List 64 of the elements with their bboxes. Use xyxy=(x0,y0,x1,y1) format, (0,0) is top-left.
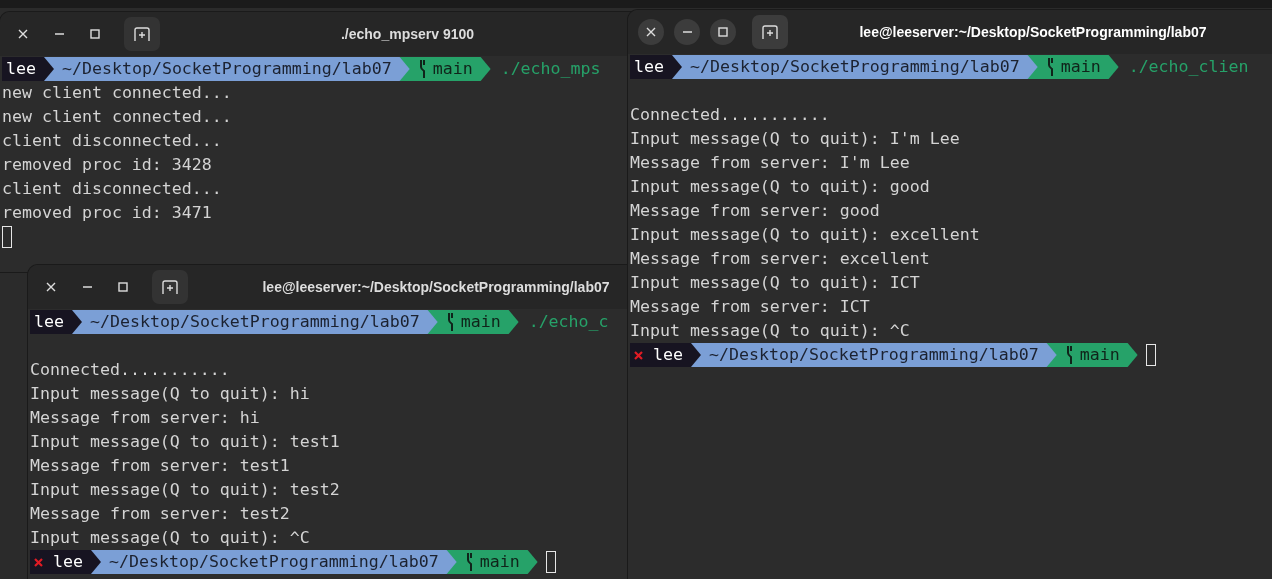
output-line: Message from server: test1 xyxy=(30,455,290,477)
output-line: Input message(Q to quit): I'm Lee xyxy=(630,128,960,150)
prompt-user-segment: lee xyxy=(2,57,54,81)
branch-icon xyxy=(445,313,455,331)
prompt-user-segment: lee xyxy=(630,343,701,367)
new-tab-icon xyxy=(134,26,150,42)
output-line: removed proc id: 3471 xyxy=(2,202,212,224)
output-line: client disconnected... xyxy=(2,178,222,200)
output-line: new client connected... xyxy=(2,106,232,128)
close-icon xyxy=(46,282,56,292)
close-icon xyxy=(18,29,28,39)
output-line: Input message(Q to quit): excellent xyxy=(630,224,980,246)
prompt-path-segment: ~/Desktop/SocketProgramming/lab07 xyxy=(672,55,1038,79)
maximize-icon xyxy=(118,282,128,292)
output-line: Message from server: hi xyxy=(30,407,260,429)
close-button[interactable] xyxy=(638,19,664,45)
output-line: Input message(Q to quit): good xyxy=(630,176,930,198)
output-line: Message from server: excellent xyxy=(630,248,930,270)
minimize-button[interactable] xyxy=(674,19,700,45)
output-line: Input message(Q to quit): ^C xyxy=(630,320,910,342)
new-tab-button[interactable] xyxy=(152,270,188,304)
command-text: ./echo_mps xyxy=(500,58,601,80)
output-line: Connected........... xyxy=(630,104,830,126)
branch-icon xyxy=(417,60,427,78)
output-line: Input message(Q to quit): test1 xyxy=(30,431,340,453)
output-line: new client connected... xyxy=(2,82,232,104)
maximize-button[interactable] xyxy=(710,19,736,45)
output-line: Input message(Q to quit): hi xyxy=(30,383,310,405)
close-icon xyxy=(646,27,656,37)
new-tab-button[interactable] xyxy=(124,17,160,51)
prompt-user-segment: lee xyxy=(630,55,682,79)
new-tab-button[interactable] xyxy=(752,15,788,49)
branch-icon xyxy=(1064,346,1074,364)
window-title: lee@leeserver:~/Desktop/SocketProgramming/lab07 xyxy=(262,279,610,295)
output-line: Message from server: good xyxy=(630,200,880,222)
text-cursor xyxy=(2,226,12,248)
output-line: client disconnected... xyxy=(2,130,222,152)
prompt-path-segment: ~/Desktop/SocketProgramming/lab07 xyxy=(91,550,457,574)
prompt-path-segment: ~/Desktop/SocketProgramming/lab07 xyxy=(72,310,438,334)
output-line: Message from server: test2 xyxy=(30,503,290,525)
maximize-icon xyxy=(718,27,728,37)
minimize-icon xyxy=(682,31,692,33)
prompt-user-segment: lee xyxy=(30,310,82,334)
command-text: ./echo_clien xyxy=(1128,56,1249,78)
maximize-icon xyxy=(90,29,100,39)
minimize-icon xyxy=(54,33,64,35)
branch-icon xyxy=(464,553,474,571)
command-text: ./echo_c xyxy=(528,311,609,333)
new-tab-icon xyxy=(162,279,178,295)
prompt-user-segment: lee xyxy=(30,550,101,574)
output-line: Message from server: I'm Lee xyxy=(630,152,910,174)
window-title: lee@leeserver:~/Desktop/SocketProgramming/lab07 xyxy=(859,24,1207,40)
output-line: Connected........... xyxy=(30,359,230,381)
output-line: Input message(Q to quit): ^C xyxy=(30,527,310,549)
branch-icon xyxy=(1045,58,1055,76)
new-tab-icon xyxy=(762,24,778,40)
minimize-icon xyxy=(82,286,92,288)
prompt-path-segment: ~/Desktop/SocketProgramming/lab07 xyxy=(691,343,1057,367)
output-line: Input message(Q to quit): test2 xyxy=(30,479,340,501)
output-line: Message from server: ICT xyxy=(630,296,870,318)
window-title: ./echo_mpserv 9100 xyxy=(340,26,475,42)
output-line: removed proc id: 3428 xyxy=(2,154,212,176)
prompt-path-segment: ~/Desktop/SocketProgramming/lab07 xyxy=(44,57,410,81)
output-line: Input message(Q to quit): ICT xyxy=(630,272,920,294)
